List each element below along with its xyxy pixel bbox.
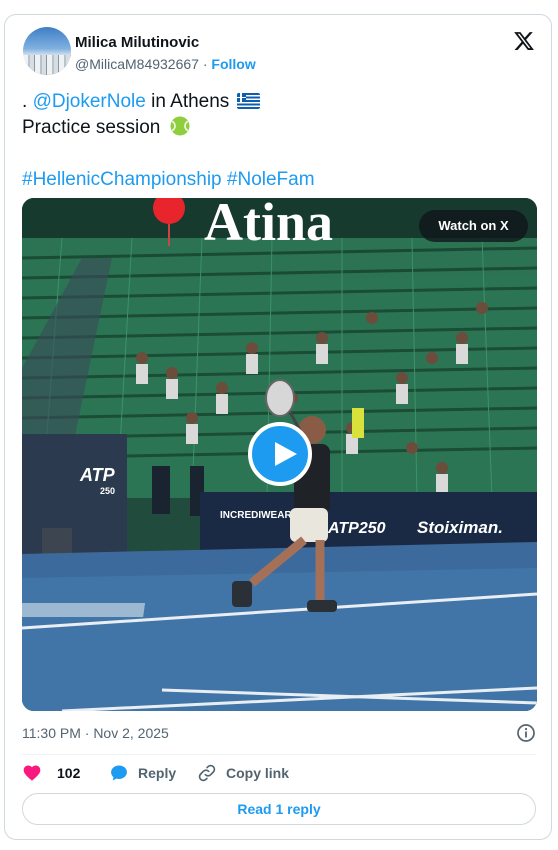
tweet-line-hashtags: #HellenicChampionship #NoleFam [22, 167, 532, 193]
mention-link[interactable]: @DjokerNole [33, 91, 146, 112]
tweet-card: Milica Milutinovic @MilicaM84932667 · Fo… [4, 14, 552, 840]
copy-link-button[interactable]: Copy link [197, 763, 297, 783]
svg-text:250: 250 [100, 486, 115, 496]
tweet-text-location: in Athens [145, 91, 230, 112]
like-count: 102 [57, 765, 81, 781]
tweet-line-2: Practice session [22, 115, 532, 141]
banner-atp250: ATP250 [327, 520, 386, 537]
separator-dot: · [202, 56, 208, 72]
follow-button[interactable]: Follow [211, 56, 255, 72]
reply-button[interactable]: Reply [109, 763, 179, 783]
author-handle[interactable]: @MilicaM84932667 [75, 56, 199, 72]
x-logo-icon[interactable] [513, 30, 535, 52]
watch-on-x-button[interactable]: Watch on X [419, 210, 528, 242]
author-handle-row: @MilicaM84932667 · Follow [75, 55, 256, 73]
heart-icon [23, 765, 41, 781]
tweet-timestamp[interactable]: 11:30 PM · Nov 2, 2025 [22, 724, 169, 742]
tennis-ball-icon [170, 116, 190, 136]
tweet-text-prefix: . [22, 91, 33, 112]
tweet-text-practice: Practice session [22, 117, 161, 138]
reply-label: Reply [138, 765, 177, 781]
tweet-line-1: . @DjokerNole in Athens [22, 89, 532, 115]
avatar[interactable] [23, 27, 71, 75]
hashtag-nolefam[interactable]: #NoleFam [227, 169, 315, 190]
banner-stoiximan: Stoiximan. [417, 518, 503, 537]
link-icon [198, 764, 216, 782]
greece-flag-icon [236, 93, 260, 109]
author-name[interactable]: Milica Milutinovic [75, 34, 199, 52]
hashtag-hellenicchampionship[interactable]: #HellenicChampionship [22, 169, 222, 190]
banner-incrediwear: INCREDIWEAR [220, 510, 292, 521]
like-button[interactable]: 102 [22, 763, 92, 783]
tweet-text: . @DjokerNole in Athens Practice session… [22, 89, 532, 193]
read-reply-button[interactable]: Read 1 reply [22, 793, 536, 825]
copy-link-label: Copy link [226, 765, 290, 781]
reply-bubble-icon [111, 765, 127, 781]
overlay-title: Atina [204, 198, 333, 252]
wall-atp-logo: ATP [79, 465, 116, 485]
info-icon[interactable] [516, 723, 536, 743]
play-icon[interactable] [248, 422, 312, 486]
divider [22, 754, 536, 755]
video-player[interactable]: ATP 250 INCREDIWEAR ATP250 Stoiximan. At… [22, 198, 537, 711]
